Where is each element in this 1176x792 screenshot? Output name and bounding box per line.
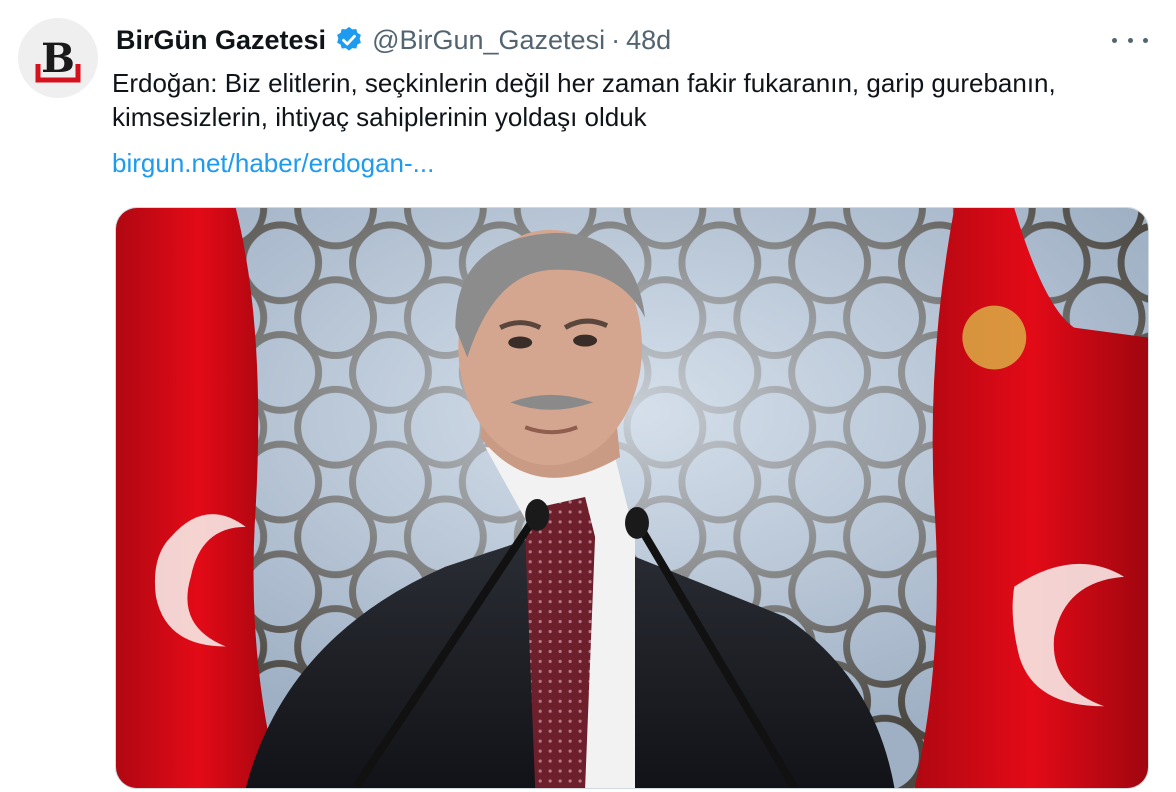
avatar-letter: B <box>41 35 75 82</box>
tweet-link[interactable]: birgun.net/haber/erdogan-... <box>112 146 434 180</box>
user-handle[interactable]: @BirGun_Gazetesi <box>372 25 605 56</box>
birgun-logo-icon: B <box>35 35 81 83</box>
timestamp[interactable]: 48d <box>626 25 671 56</box>
avatar[interactable]: B <box>18 18 98 98</box>
tweet-text: Erdoğan: Biz elitlerin, seçkinlerin deği… <box>112 68 1056 132</box>
verified-badge-icon <box>334 25 364 55</box>
tweet-card[interactable]: B BirGün Gazetesi @BirGun_Gazetesi · 48d… <box>0 0 1176 792</box>
separator-dot: · <box>611 24 621 55</box>
tweet-image[interactable] <box>115 207 1149 789</box>
speaker-photo <box>116 208 1148 788</box>
more-options-icon[interactable] <box>1112 28 1148 52</box>
tweet-header: BirGün Gazetesi @BirGun_Gazetesi · 48d <box>116 20 671 60</box>
display-name[interactable]: BirGün Gazetesi <box>116 25 326 56</box>
